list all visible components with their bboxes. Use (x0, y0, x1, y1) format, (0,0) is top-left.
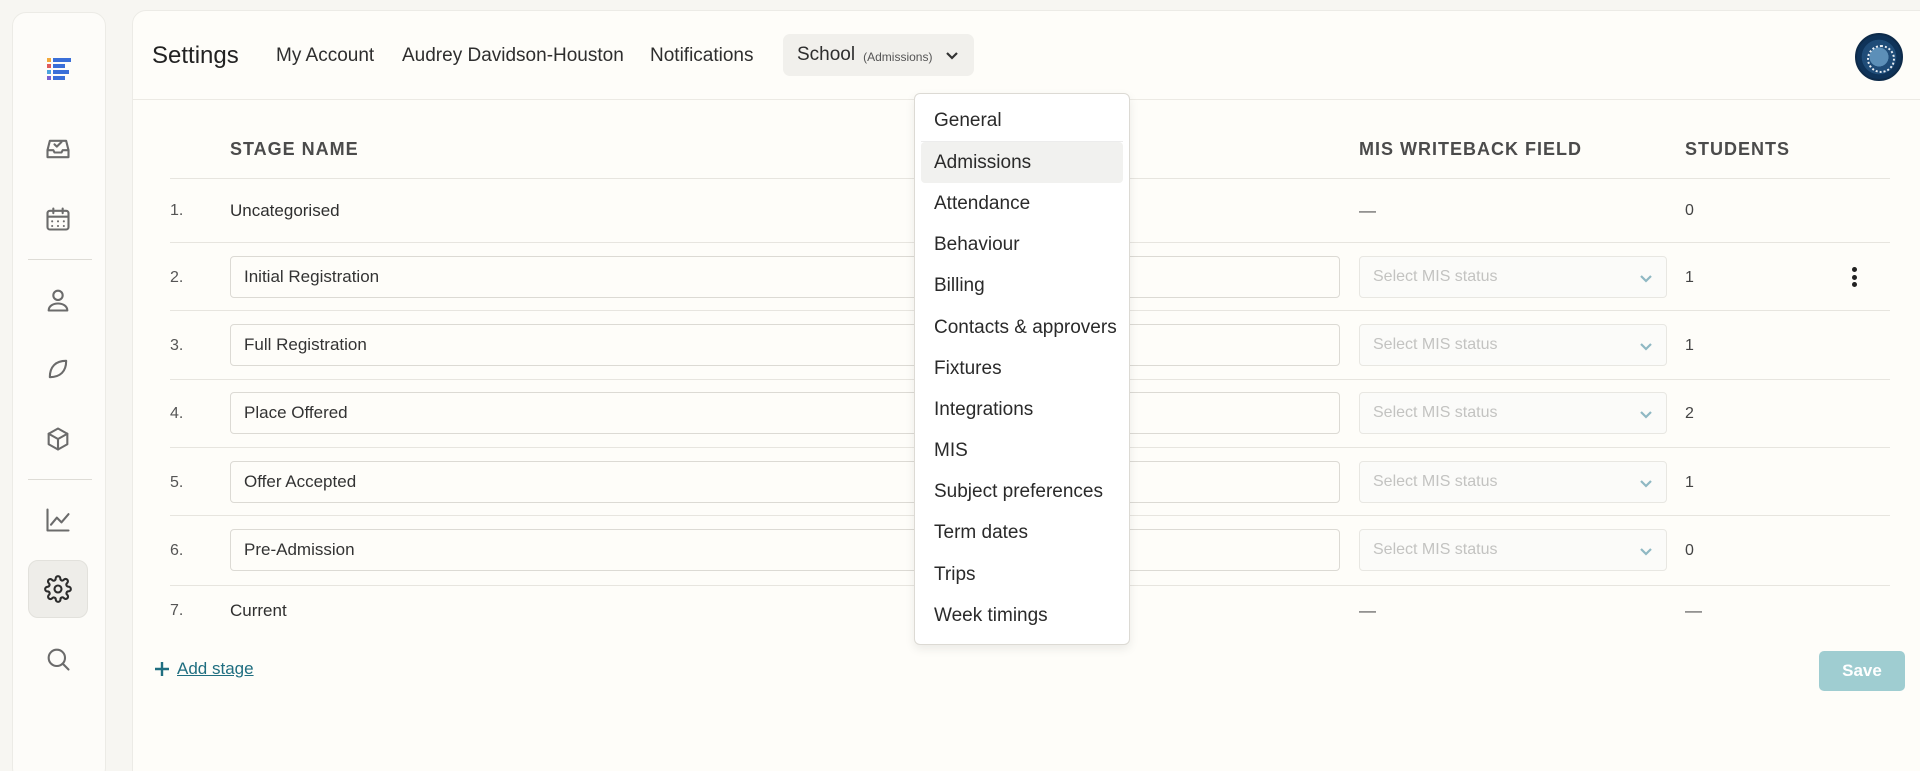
chart-icon[interactable] (28, 491, 88, 549)
stage-name-input[interactable]: Place Offered (230, 392, 1340, 434)
row-number: 4. (170, 405, 184, 422)
tab-school-sublabel: (Admissions) (863, 50, 933, 64)
student-count: 1 (1685, 269, 1694, 286)
student-count: 0 (1685, 542, 1694, 559)
row-number: 7. (170, 602, 184, 619)
nav-divider (28, 479, 92, 480)
menu-item-contacts-approvers[interactable]: Contacts & approvers (921, 307, 1123, 348)
plus-icon (155, 662, 169, 676)
mis-status-placeholder: Select MIS status (1373, 541, 1498, 558)
menu-item-billing[interactable]: Billing (921, 266, 1123, 307)
tab-my-account[interactable]: My Account (276, 45, 374, 67)
chevron-down-icon (1640, 411, 1652, 419)
menu-item-term-dates[interactable]: Term dates (921, 513, 1123, 554)
mis-status-placeholder: Select MIS status (1373, 336, 1498, 353)
chevron-down-icon (1640, 275, 1652, 283)
mis-status-select[interactable]: Select MIS status (1359, 461, 1667, 503)
chevron-down-icon (946, 52, 959, 60)
box-icon[interactable] (28, 410, 88, 468)
mis-field-empty: — (1359, 601, 1376, 620)
menu-item-general[interactable]: General (921, 100, 1123, 141)
stage-name-input[interactable]: Full Registration (230, 324, 1340, 366)
menu-item-admissions[interactable]: Admissions (921, 142, 1123, 184)
row-number: 6. (170, 542, 184, 559)
column-header-mis: MIS WRITEBACK FIELD (1359, 139, 1582, 159)
student-count: 1 (1685, 337, 1694, 354)
mis-field-empty: — (1359, 201, 1376, 220)
stage-name-input[interactable]: Pre-Admission (230, 529, 1340, 571)
tab-notifications[interactable]: Notifications (650, 45, 754, 67)
menu-item-behaviour[interactable]: Behaviour (921, 225, 1123, 266)
mis-status-select[interactable]: Select MIS status (1359, 529, 1667, 571)
menu-item-integrations[interactable]: Integrations (921, 389, 1123, 430)
menu-item-attendance[interactable]: Attendance (921, 183, 1123, 224)
menu-item-fixtures[interactable]: Fixtures (921, 348, 1123, 389)
menu-item-trips[interactable]: Trips (921, 554, 1123, 595)
row-number: 2. (170, 269, 184, 286)
search-icon[interactable] (28, 630, 88, 688)
nav-divider (28, 259, 92, 260)
chevron-down-icon (1640, 343, 1652, 351)
stage-name-text: Current (230, 601, 287, 620)
row-menu-icon[interactable] (1844, 265, 1864, 289)
row-number: 3. (170, 337, 184, 354)
add-stage-label: Add stage (177, 659, 254, 678)
save-button[interactable]: Save (1819, 651, 1905, 691)
chevron-down-icon (1640, 480, 1652, 488)
mis-status-placeholder: Select MIS status (1373, 473, 1498, 490)
mis-status-select[interactable]: Select MIS status (1359, 392, 1667, 434)
stage-name-text: Uncategorised (230, 201, 340, 220)
menu-item-mis[interactable]: MIS (921, 431, 1123, 472)
user-icon[interactable] (28, 271, 88, 329)
student-count: 1 (1685, 474, 1694, 491)
left-nav-rail (12, 12, 106, 771)
stage-name-input[interactable]: Offer Accepted (230, 461, 1340, 503)
student-count: 0 (1685, 202, 1694, 219)
row-number: 1. (170, 202, 184, 219)
tab-school-label: School (797, 44, 856, 65)
menu-item-week-timings[interactable]: Week timings (921, 595, 1123, 636)
tab-school-dropdown[interactable]: School (Admissions) (783, 34, 975, 76)
page-title: Settings (152, 42, 239, 69)
tab-user[interactable]: Audrey Davidson-Houston (402, 45, 624, 67)
row-number: 5. (170, 474, 184, 491)
menu-item-subject-preferences[interactable]: Subject preferences (921, 472, 1123, 513)
student-count: — (1685, 601, 1702, 620)
calendar-icon[interactable] (28, 190, 88, 248)
mis-status-select[interactable]: Select MIS status (1359, 324, 1667, 366)
settings-topbar: Settings My Account Audrey Davidson-Hous… (133, 11, 1920, 100)
student-count: 2 (1685, 405, 1694, 422)
leaf-icon[interactable] (28, 340, 88, 398)
school-avatar[interactable] (1855, 33, 1903, 81)
column-header-students: STUDENTS (1685, 139, 1791, 159)
mis-status-select[interactable]: Select MIS status (1359, 256, 1667, 298)
settings-icon[interactable] (28, 560, 88, 618)
inbox-icon[interactable] (28, 120, 88, 178)
column-header-stage-name: STAGE NAME (230, 139, 359, 159)
app-logo-icon[interactable] (47, 57, 71, 81)
add-stage-button[interactable]: Add stage (153, 659, 254, 679)
chevron-down-icon (1640, 548, 1652, 556)
stage-name-input[interactable]: Initial Registration (230, 256, 1340, 298)
mis-status-placeholder: Select MIS status (1373, 404, 1498, 421)
mis-status-placeholder: Select MIS status (1373, 268, 1498, 285)
settings-panel: Settings My Account Audrey Davidson-Hous… (132, 10, 1920, 771)
school-settings-dropdown: General Admissions Attendance Behaviour … (914, 93, 1130, 645)
